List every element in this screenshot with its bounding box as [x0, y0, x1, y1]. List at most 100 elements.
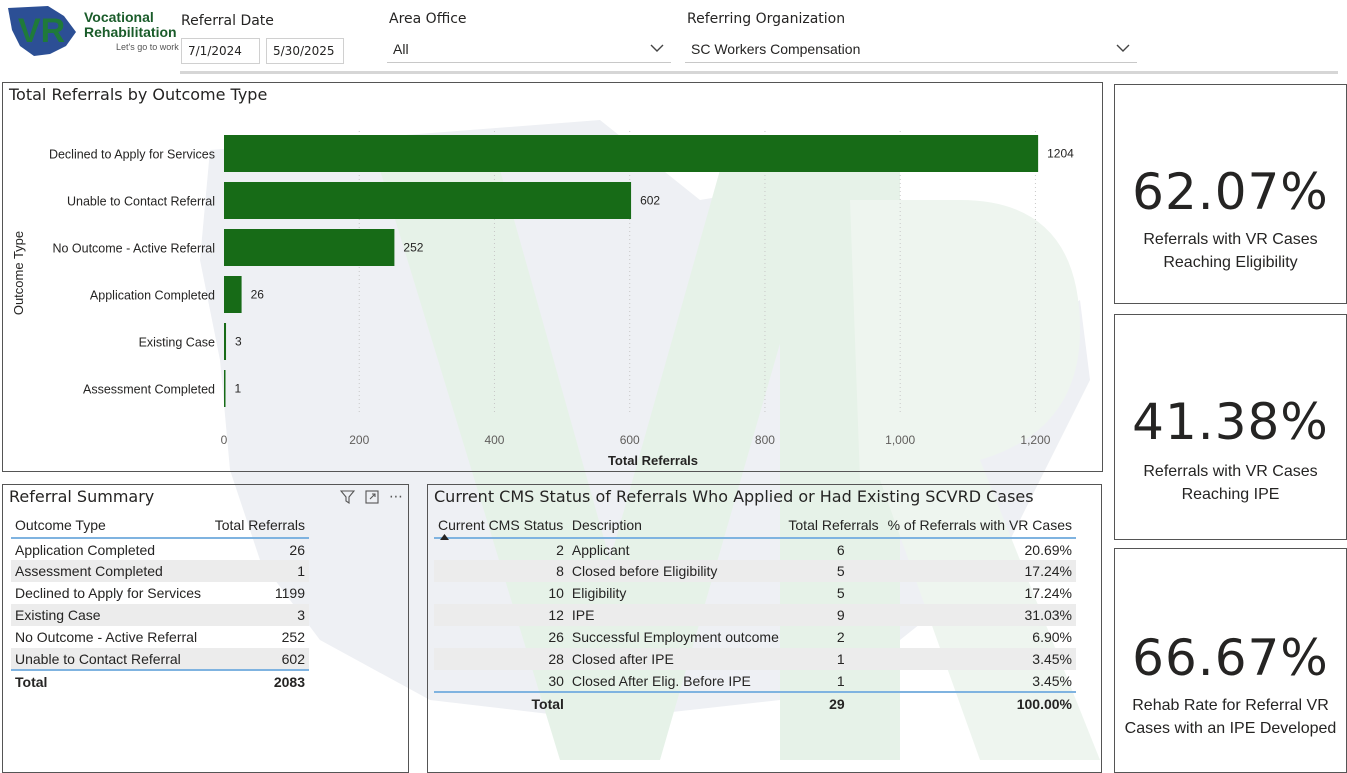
- outcome-chart-panel[interactable]: Total Referrals by Outcome Type Declined…: [2, 82, 1103, 472]
- table-cell: 9: [783, 604, 883, 626]
- col-current-cms-status[interactable]: Current CMS Status: [434, 512, 568, 540]
- table-row[interactable]: Application Completed 26: [11, 538, 309, 560]
- table-cell: No Outcome - Active Referral: [15, 629, 198, 645]
- table-row[interactable]: 28 Closed after IPE 1 3.45%: [434, 648, 1076, 670]
- category-label: Existing Case: [139, 336, 215, 350]
- table-cell: 20.69%: [1024, 541, 1072, 558]
- table-row[interactable]: 30 Closed After Elig. Before IPE 1 3.45%: [434, 670, 1076, 692]
- table-row[interactable]: 12 IPE 9 31.03%: [434, 604, 1076, 626]
- referral-summary-panel[interactable]: Referral Summary ⋯ Outcome Type Total Re…: [2, 484, 409, 773]
- table-cell: Unable to Contact Referral: [11, 648, 209, 670]
- table-cell: 252: [281, 629, 305, 645]
- table-cell: 1: [783, 648, 883, 670]
- referral-summary-table: Outcome Type Total Referrals Application…: [11, 512, 309, 692]
- referring-org-label: Referring Organization: [687, 11, 846, 27]
- chevron-down-icon: [1116, 44, 1130, 52]
- col-total-referrals[interactable]: Total Referrals: [209, 512, 309, 538]
- data-label: 1: [235, 382, 242, 396]
- table-row[interactable]: Declined to Apply for Services 1199: [11, 582, 309, 604]
- table-cell: 602: [208, 648, 309, 670]
- x-tick-label: 800: [755, 433, 775, 447]
- data-label: 602: [640, 194, 660, 208]
- table-cell: 6.90%: [1032, 629, 1072, 645]
- table-cell: 6: [836, 541, 845, 558]
- table-cell: 12: [434, 604, 568, 626]
- total-cell: 29: [829, 695, 845, 712]
- y-axis-title: Outcome Type: [11, 231, 26, 315]
- more-options-icon[interactable]: ⋯: [389, 489, 404, 505]
- col-outcome-type[interactable]: Outcome Type: [11, 512, 209, 538]
- x-tick-label: 1,000: [885, 433, 915, 447]
- table-cell: Eligibility: [571, 585, 627, 601]
- vr-logo-mark-icon: VR: [8, 6, 76, 56]
- kpi-label-line1: Referrals with VR Cases: [1143, 463, 1318, 480]
- table-row[interactable]: 10 Eligibility 5 17.24%: [434, 582, 1076, 604]
- bar[interactable]: [224, 276, 242, 313]
- col-pct-vr-cases[interactable]: % of Referrals with VR Cases: [883, 512, 1076, 538]
- x-tick-label: 400: [484, 433, 504, 447]
- table-cell: Closed after IPE: [567, 648, 784, 670]
- table-cell: Applicant: [571, 541, 630, 558]
- table-cell: 2: [836, 629, 845, 645]
- area-office-dropdown[interactable]: All: [387, 35, 671, 63]
- kpi-label-line2: Reaching Eligibility: [1163, 254, 1298, 271]
- referral-date-start-input[interactable]: 7/1/2024: [181, 38, 260, 64]
- referring-org-dropdown[interactable]: SC Workers Compensation: [685, 35, 1137, 63]
- chevron-down-icon: [650, 44, 664, 52]
- category-label: Unable to Contact Referral: [67, 195, 215, 209]
- table-cell: 3.45%: [1032, 672, 1072, 689]
- focus-mode-icon[interactable]: [365, 490, 379, 504]
- header-divider: [180, 71, 1338, 74]
- table-row[interactable]: Assessment Completed 1: [11, 560, 309, 582]
- table-cell: 1: [836, 672, 845, 689]
- sort-ascending-icon: [440, 534, 449, 540]
- table-cell: 2: [556, 541, 564, 558]
- kpi-label-line1: Referrals with VR Cases: [1143, 231, 1318, 248]
- x-axis-title: Total Referrals: [608, 453, 698, 468]
- cms-status-table: Current CMS Status Description Total Ref…: [434, 512, 1076, 714]
- logo-mark-text: VR: [18, 12, 65, 50]
- referral-date-end-input[interactable]: 5/30/2025: [266, 38, 344, 64]
- table-row[interactable]: Existing Case 3: [11, 604, 309, 626]
- table-row[interactable]: Unable to Contact Referral 602: [11, 648, 309, 670]
- x-tick-label: 1,200: [1020, 433, 1050, 447]
- kpi-label-line2: Reaching IPE: [1181, 486, 1280, 503]
- total-cell: [568, 692, 784, 714]
- data-label: 1204: [1047, 147, 1074, 161]
- bar[interactable]: [224, 229, 395, 266]
- table-cell: Closed After Elig. Before IPE: [571, 672, 751, 689]
- col-description[interactable]: Description: [568, 512, 784, 538]
- table-row[interactable]: 8 Closed before Eligibility 5 17.24%: [434, 560, 1076, 582]
- bar[interactable]: [224, 182, 632, 219]
- col-total-referrals[interactable]: Total Referrals: [784, 512, 883, 538]
- bar[interactable]: [224, 370, 226, 407]
- table-cell: 31.03%: [882, 604, 1076, 626]
- table-cell: Assessment Completed: [11, 560, 209, 582]
- category-label: Declined to Apply for Services: [49, 148, 215, 162]
- kpi-label-line2: Cases with an IPE Developed: [1124, 720, 1337, 737]
- col-current-cms-status-label: Current CMS Status: [438, 517, 564, 533]
- table-cell: Closed before Eligibility: [567, 560, 784, 582]
- x-tick-label: 200: [349, 433, 369, 447]
- table-row[interactable]: No Outcome - Active Referral 252: [11, 626, 309, 648]
- outcome-bar-chart: Declined to Apply for Services 1204 Unable…: [11, 131, 1074, 468]
- table-cell: IPE: [567, 604, 784, 626]
- bar[interactable]: [224, 135, 1039, 172]
- cms-status-panel[interactable]: Current CMS Status of Referrals Who Appl…: [427, 484, 1102, 773]
- table-cell: 5: [783, 560, 883, 582]
- table-cell: 3.45%: [882, 648, 1076, 670]
- total-cell: Total: [15, 673, 48, 690]
- table-cell: Application Completed: [15, 541, 156, 558]
- data-label: 3: [235, 335, 242, 349]
- kpi-card-eligibility: 62.07% Referrals with VR Cases Reaching …: [1114, 84, 1347, 304]
- kpi-value: 62.07%: [1132, 163, 1329, 221]
- bar[interactable]: [224, 323, 227, 360]
- table-row[interactable]: 26 Successful Employment outcome 2 6.90%: [434, 626, 1076, 648]
- area-office-label: Area Office: [389, 11, 467, 27]
- table-cell: Successful Employment outcome: [571, 629, 779, 645]
- table-row[interactable]: 2 Applicant 6 20.69%: [434, 538, 1076, 560]
- filter-icon[interactable]: [340, 490, 355, 504]
- logo-line2: Rehabilitation: [84, 24, 177, 40]
- referring-org-value: SC Workers Compensation: [691, 41, 861, 57]
- logo-line1: Vocational: [84, 9, 154, 25]
